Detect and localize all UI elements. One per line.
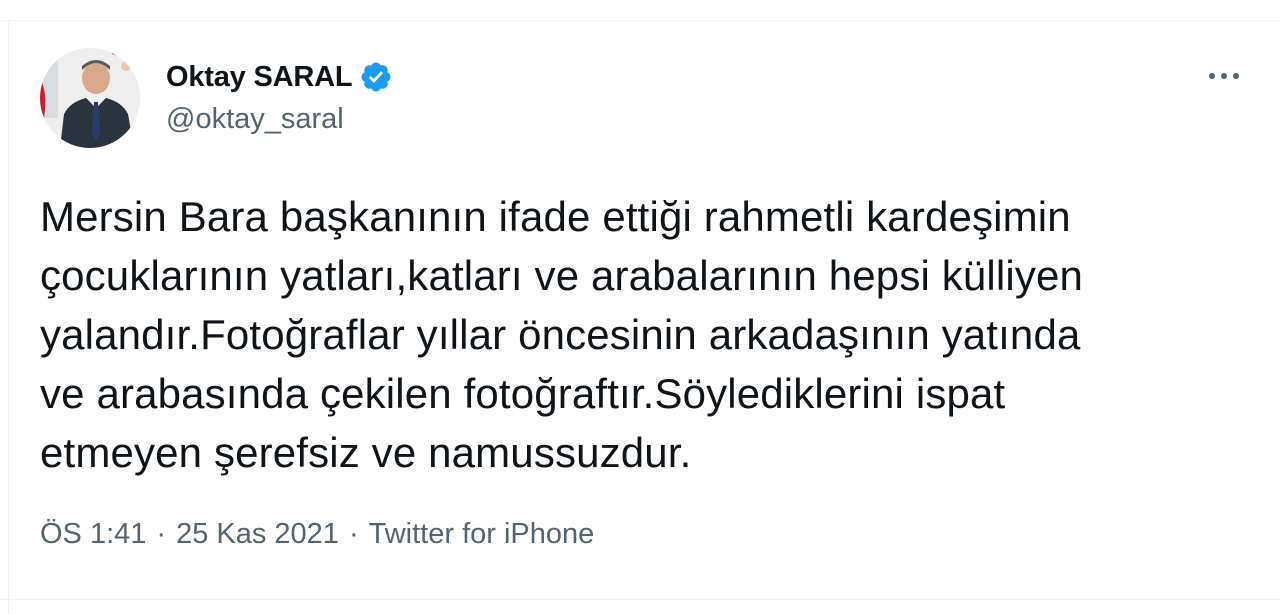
left-divider bbox=[8, 20, 9, 614]
author-name-row[interactable]: Oktay SARAL bbox=[166, 59, 393, 95]
bottom-divider bbox=[0, 599, 1280, 600]
tweet-text: Mersin Bara başkanının ifade ettiği rahm… bbox=[40, 193, 1084, 476]
tweet-meta: ÖS 1:41 · 25 Kas 2021 · Twitter for iPho… bbox=[40, 518, 594, 551]
meta-separator: · bbox=[156, 518, 167, 550]
tweet-card: Oktay SARAL @oktay_saral Mersin Bara baş… bbox=[0, 0, 1280, 614]
top-divider bbox=[0, 20, 1280, 21]
avatar[interactable] bbox=[40, 48, 140, 148]
verified-badge-icon bbox=[361, 62, 391, 92]
avatar-photo bbox=[40, 48, 140, 148]
author-handle[interactable]: @oktay_saral bbox=[166, 103, 344, 136]
tweet-time-link[interactable]: ÖS 1:41 bbox=[40, 518, 146, 551]
tweet-source-link[interactable]: Twitter for iPhone bbox=[369, 518, 595, 551]
more-dot-icon bbox=[1209, 73, 1215, 79]
author-display-name[interactable]: Oktay SARAL bbox=[166, 61, 353, 94]
tweet-date-link[interactable]: 25 Kas 2021 bbox=[176, 518, 339, 551]
more-options-button[interactable] bbox=[1196, 62, 1252, 90]
meta-separator: · bbox=[348, 518, 359, 550]
more-dot-icon bbox=[1221, 73, 1227, 79]
more-dot-icon bbox=[1233, 73, 1239, 79]
